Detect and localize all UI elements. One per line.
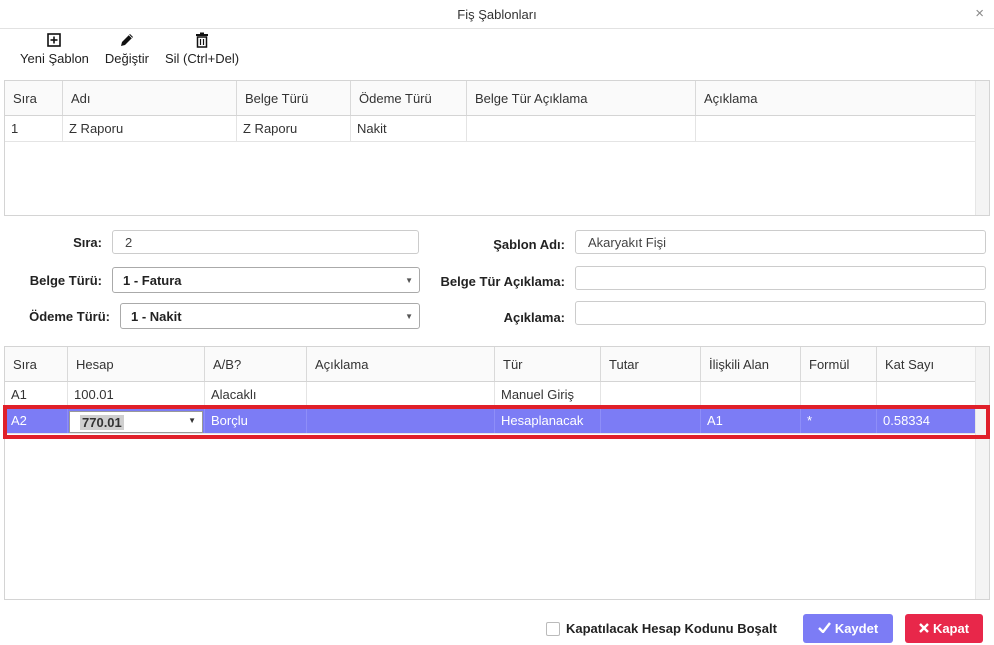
- clear-account-checkbox-label: Kapatılacak Hesap Kodunu Boşalt: [566, 621, 777, 636]
- column-header-tutar[interactable]: Tutar: [601, 347, 701, 381]
- cell-ab: Alacaklı: [205, 382, 307, 407]
- odeme-turu-select[interactable]: 1 - Nakit ▼: [120, 303, 420, 329]
- cell-aciklama: [307, 408, 495, 433]
- belge-turu-select[interactable]: 1 - Fatura ▼: [112, 267, 420, 293]
- column-header-odeme-turu[interactable]: Ödeme Türü: [351, 81, 467, 115]
- templates-grid-header: Sıra Adı Belge Türü Ödeme Türü Belge Tür…: [5, 81, 989, 116]
- x-icon: [919, 621, 929, 636]
- sablon-adi-field[interactable]: Akaryakıt Fişi: [575, 230, 986, 254]
- delete-button[interactable]: Sil (Ctrl+Del): [157, 30, 247, 76]
- hesap-editor-combobox[interactable]: 770.01 ▼: [69, 411, 203, 433]
- hesap-editor-value: 770.01: [80, 415, 124, 430]
- templates-grid-scrollbar[interactable]: [975, 81, 989, 215]
- column-header-belge-tur-aciklama[interactable]: Belge Tür Açıklama: [467, 81, 696, 115]
- aciklama-field[interactable]: [575, 301, 986, 325]
- column-header-aciklama[interactable]: Açıklama: [696, 81, 976, 115]
- aciklama-label: Açıklama:: [503, 310, 565, 325]
- delete-label: Sil (Ctrl+Del): [165, 51, 240, 66]
- cell-tutar: [601, 382, 701, 407]
- cell-hesap: 100.01: [68, 382, 205, 407]
- cell-iliskili-alan: A1: [701, 408, 801, 433]
- chevron-down-icon[interactable]: ▼: [188, 416, 196, 425]
- window-title: Fiş Şablonları: [457, 7, 537, 22]
- cell-sira: 1: [5, 116, 63, 141]
- close-icon[interactable]: ×: [975, 5, 984, 22]
- edit-button[interactable]: Değiştir: [97, 30, 157, 76]
- table-row[interactable]: A1 100.01 Alacaklı Manuel Giriş: [5, 382, 989, 408]
- toolbar: Yeni Şablon Değiştir Sil (Ctrl+Del): [12, 30, 247, 76]
- column-header-sira[interactable]: Sıra: [5, 347, 68, 381]
- save-label: Kaydet: [834, 621, 879, 636]
- cell-sira: A2: [5, 408, 68, 433]
- cell-tutar: [601, 408, 701, 433]
- cell-formul: *: [801, 408, 877, 433]
- odeme-turu-label: Ödeme Türü:: [29, 309, 110, 324]
- column-header-kat-sayi[interactable]: Kat Sayı: [877, 347, 977, 381]
- belge-turu-label: Belge Türü:: [29, 273, 102, 288]
- cell-belge-turu: Z Raporu: [237, 116, 351, 141]
- new-template-label: Yeni Şablon: [20, 51, 89, 66]
- sablon-adi-label: Şablon Adı:: [493, 237, 565, 252]
- cell-tur: Hesaplanacak: [495, 408, 601, 433]
- cell-aciklama: [696, 116, 976, 141]
- cell-sira: A1: [5, 382, 68, 407]
- column-header-aciklama[interactable]: Açıklama: [307, 347, 495, 381]
- cell-kat-sayi: 0.58334: [877, 408, 977, 433]
- column-header-iliskili-alan[interactable]: İlişkili Alan: [701, 347, 801, 381]
- checkbox-box[interactable]: [546, 621, 560, 636]
- lines-grid: Sıra Hesap A/B? Açıklama Tür Tutar İlişk…: [4, 346, 990, 600]
- lines-grid-scrollbar[interactable]: [975, 347, 989, 599]
- cell-odeme-turu: Nakit: [351, 116, 467, 141]
- sira-label: Sıra:: [73, 235, 102, 250]
- table-row[interactable]: 1 Z Raporu Z Raporu Nakit: [5, 116, 989, 142]
- odeme-turu-value: 1 - Nakit: [131, 308, 182, 324]
- close-label: Kapat: [932, 621, 970, 636]
- column-header-ab[interactable]: A/B?: [205, 347, 307, 381]
- cell-kat-sayi: [877, 382, 977, 407]
- window-titlebar: Fiş Şablonları ×: [0, 0, 994, 29]
- belge-tur-aciklama-field[interactable]: [575, 266, 986, 290]
- save-button[interactable]: Kaydet: [803, 614, 893, 643]
- cell-adi: Z Raporu: [63, 116, 237, 141]
- column-header-belge-turu[interactable]: Belge Türü: [237, 81, 351, 115]
- cell-aciklama: [307, 382, 495, 407]
- column-header-hesap[interactable]: Hesap: [68, 347, 205, 381]
- cell-ab: Borçlu: [205, 408, 307, 433]
- sira-field[interactable]: 2: [112, 230, 419, 254]
- belge-turu-value: 1 - Fatura: [123, 272, 182, 288]
- chevron-down-icon: ▼: [405, 276, 413, 285]
- clear-account-checkbox[interactable]: Kapatılacak Hesap Kodunu Boşalt: [546, 621, 777, 636]
- chevron-down-icon: ▼: [405, 312, 413, 321]
- edit-label: Değiştir: [104, 51, 149, 66]
- trash-icon: [195, 30, 209, 50]
- column-header-formul[interactable]: Formül: [801, 347, 877, 381]
- column-header-tur[interactable]: Tür: [495, 347, 601, 381]
- pencil-icon: [119, 30, 135, 50]
- lines-grid-header: Sıra Hesap A/B? Açıklama Tür Tutar İlişk…: [5, 347, 989, 382]
- close-button[interactable]: Kapat: [905, 614, 983, 643]
- check-icon: [817, 621, 831, 636]
- cell-iliskili-alan: [701, 382, 801, 407]
- templates-grid: Sıra Adı Belge Türü Ödeme Türü Belge Tür…: [4, 80, 990, 216]
- plus-square-icon: [47, 30, 62, 50]
- cell-formul: [801, 382, 877, 407]
- belge-tur-aciklama-label: Belge Tür Açıklama:: [440, 274, 565, 289]
- new-template-button[interactable]: Yeni Şablon: [12, 30, 97, 76]
- column-header-sira[interactable]: Sıra: [5, 81, 63, 115]
- cell-belge-tur-aciklama: [467, 116, 696, 141]
- column-header-adi[interactable]: Adı: [63, 81, 237, 115]
- cell-tur: Manuel Giriş: [495, 382, 601, 407]
